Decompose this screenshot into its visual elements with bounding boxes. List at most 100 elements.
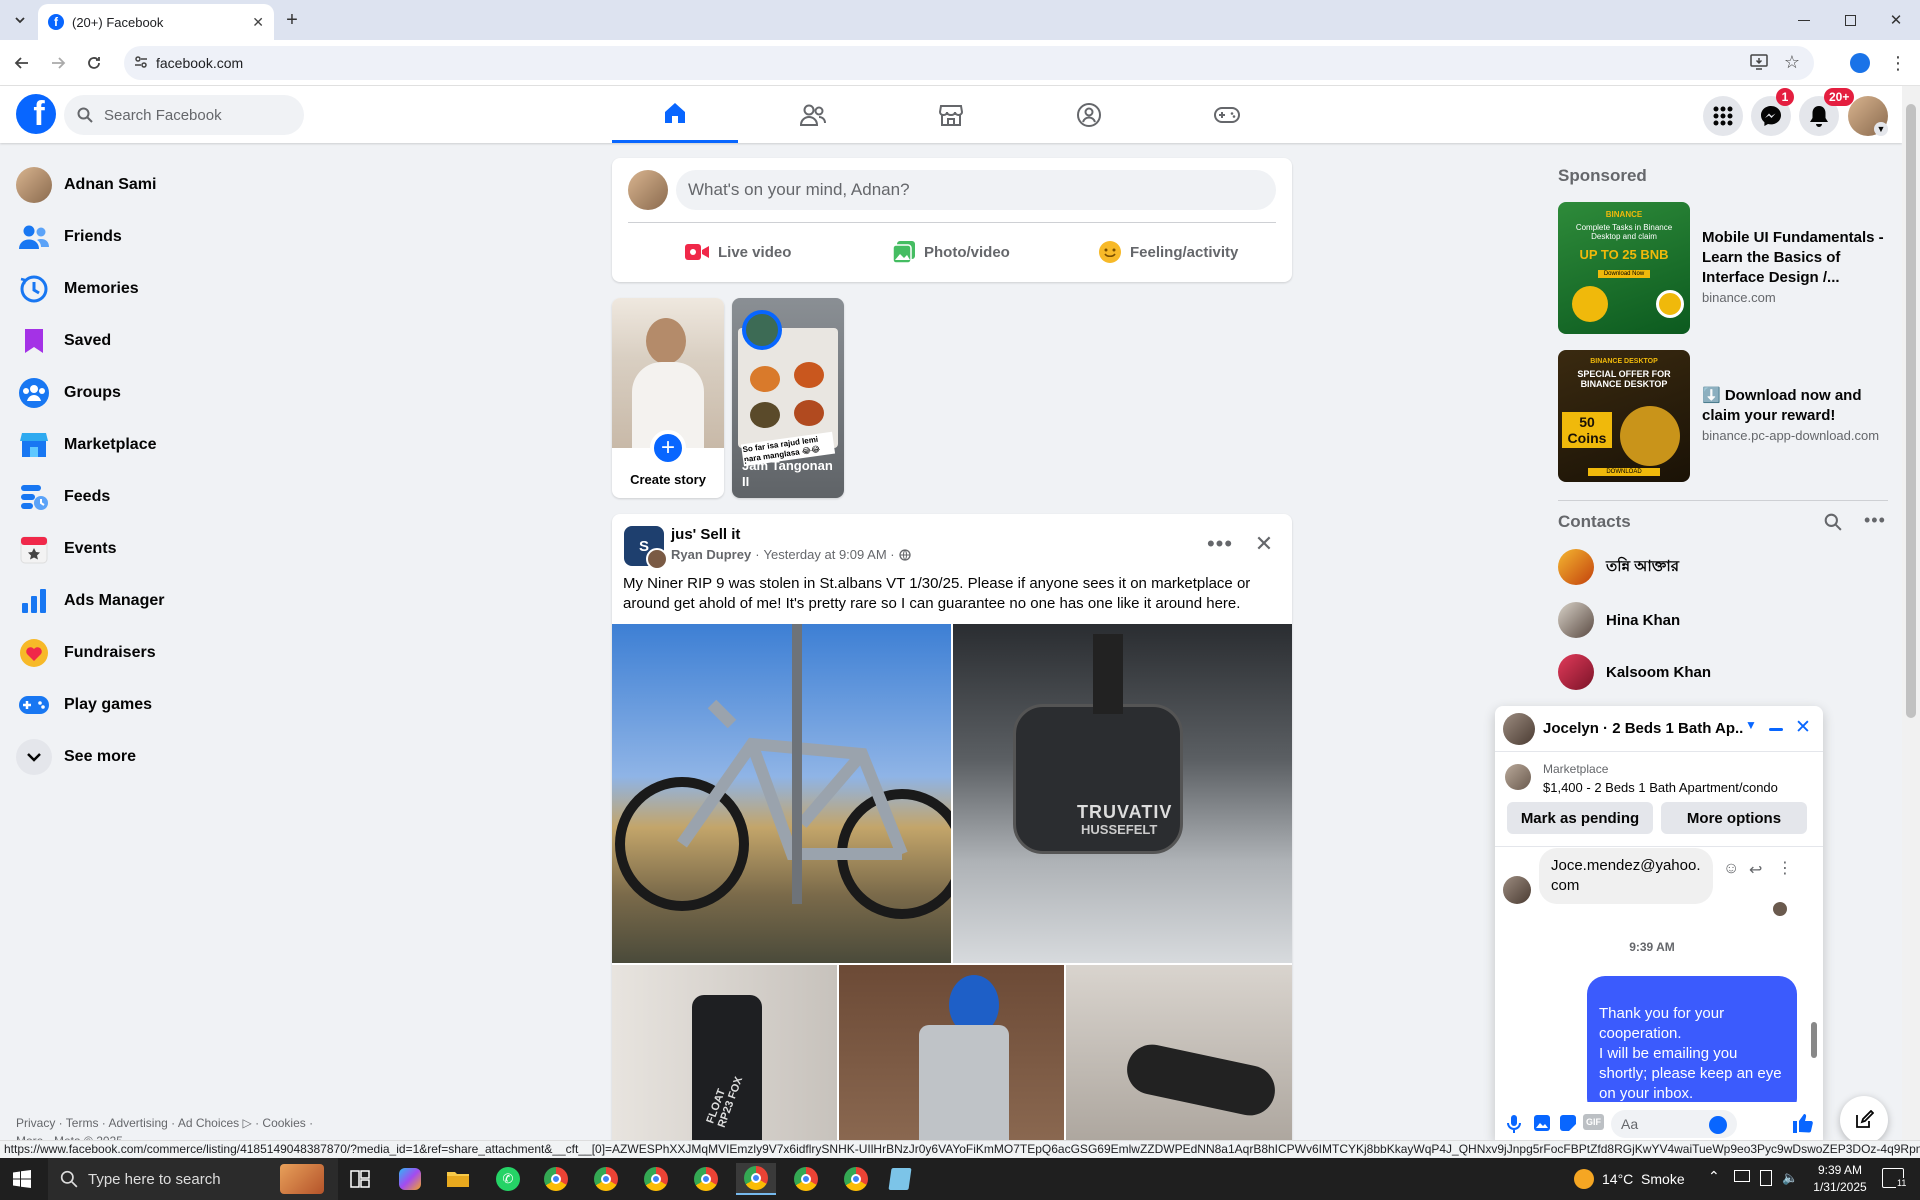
sidebar-item-fundraisers[interactable]: Fundraisers	[16, 629, 316, 677]
contacts-options-icon[interactable]: •••	[1864, 510, 1886, 531]
incoming-message[interactable]: Joce.mendez@yahoo.com	[1539, 848, 1713, 904]
sidebar-item-play-games[interactable]: Play games	[16, 681, 316, 729]
page-scrollbar[interactable]	[1902, 86, 1920, 1140]
taskbar-clock[interactable]: 9:39 AM 1/31/2025	[1800, 1162, 1880, 1196]
more-options-button[interactable]: More options	[1661, 802, 1807, 834]
chrome-icon[interactable]	[636, 1163, 676, 1195]
contacts-search-icon[interactable]	[1824, 513, 1842, 531]
chat-messages[interactable]: Joce.mendez@yahoo.com ☺ ↩ ⋮ 9:39 AM Than…	[1495, 848, 1809, 1102]
listing-thumbnail[interactable]	[1505, 764, 1531, 790]
new-tab-icon[interactable]: +	[280, 8, 304, 32]
sidebar-item-memories[interactable]: Memories	[16, 265, 316, 313]
live-video-button[interactable]: Live video	[684, 232, 791, 272]
add-story-plus-icon[interactable]: +	[650, 430, 686, 466]
feeling-activity-button[interactable]: Feeling/activity	[1098, 232, 1238, 272]
contact-item[interactable]: তন্নি আক্তার	[1558, 545, 1679, 589]
new-message-button[interactable]	[1840, 1096, 1888, 1144]
sponsored-ad-1[interactable]: BINANCE Complete Tasks in Binance Deskto…	[1558, 202, 1888, 334]
tab-search-icon[interactable]	[8, 8, 32, 32]
minimize-icon[interactable]	[1792, 8, 1816, 32]
post-image-1[interactable]	[612, 624, 951, 963]
facebook-search-input[interactable]: Search Facebook	[64, 95, 304, 135]
facebook-logo-icon[interactable]: f	[16, 94, 56, 134]
chrome-icon[interactable]	[586, 1163, 626, 1195]
nav-gaming-tab[interactable]	[1164, 86, 1290, 143]
mark-as-pending-button[interactable]: Mark as pending	[1507, 802, 1653, 834]
taskbar-search[interactable]: Type here to search	[48, 1158, 338, 1200]
photo-video-button[interactable]: Photo/video	[892, 232, 1010, 272]
nav-groups-tab[interactable]	[1026, 86, 1152, 143]
bookmark-star-icon[interactable]: ☆	[1784, 52, 1800, 73]
profile-icon[interactable]	[1848, 51, 1872, 75]
chrome-icon[interactable]	[786, 1163, 826, 1195]
post-image-2[interactable]: TRUVATIV HUSSEFELT	[953, 624, 1292, 963]
restore-icon[interactable]	[1838, 8, 1862, 32]
sidebar-item-events[interactable]: Events	[16, 525, 316, 573]
microphone-icon[interactable]	[1507, 1114, 1521, 1134]
browser-tab[interactable]: f (20+) Facebook ✕	[38, 4, 274, 40]
post-options-icon[interactable]: •••	[1202, 526, 1238, 562]
start-button[interactable]	[2, 1163, 42, 1195]
notepad-icon[interactable]	[880, 1163, 920, 1195]
weather-widget[interactable]: 14°C Smoke	[1574, 1158, 1685, 1200]
post-author[interactable]: Ryan Duprey	[671, 547, 751, 562]
reload-icon[interactable]	[82, 51, 106, 75]
chrome-icon[interactable]	[536, 1163, 576, 1195]
post-image-4[interactable]	[839, 965, 1064, 1154]
composer-input[interactable]: What's on your mind, Adnan?	[676, 170, 1276, 210]
sidebar-item-feeds[interactable]: Feeds	[16, 473, 316, 521]
story-card[interactable]: So far isa rajud lemi para manglasa 😂😂 J…	[732, 298, 844, 498]
account-chevron-icon[interactable]: ▼	[1874, 122, 1888, 136]
react-smiley-icon[interactable]: ☺	[1723, 860, 1739, 878]
post-image-3[interactable]: FLOAT RP23 FOX	[612, 965, 837, 1154]
message-more-icon[interactable]: ⋮	[1777, 858, 1793, 878]
menu-grid-button[interactable]	[1703, 96, 1743, 136]
contact-item[interactable]: Kalsoom Khan	[1558, 650, 1711, 694]
listing-title[interactable]: $1,400 - 2 Beds 1 Bath Apartment/condo	[1543, 780, 1778, 795]
chat-scrollbar[interactable]	[1809, 852, 1819, 1098]
author-avatar-small[interactable]	[646, 548, 668, 570]
chrome-icon[interactable]	[686, 1163, 726, 1195]
show-hidden-icons[interactable]: ⌃	[1708, 1168, 1720, 1185]
tab-close-icon[interactable]: ✕	[252, 14, 264, 31]
sidebar-item-friends[interactable]: Friends	[16, 213, 316, 261]
sponsored-ad-2[interactable]: BINANCE DESKTOP SPECIAL OFFER FOR BINANC…	[1558, 350, 1888, 482]
chat-close-icon[interactable]: ✕	[1795, 716, 1811, 739]
emoji-icon[interactable]	[1709, 1116, 1727, 1134]
sticker-icon[interactable]	[1559, 1114, 1577, 1132]
nav-home-tab[interactable]	[612, 86, 738, 143]
sidebar-see-more[interactable]: See more	[16, 733, 316, 781]
file-explorer-icon[interactable]	[438, 1163, 478, 1195]
sidebar-item-profile[interactable]: Adnan Sami	[16, 161, 316, 209]
nav-friends-tab[interactable]	[750, 86, 876, 143]
monitor-icon[interactable]	[1734, 1170, 1750, 1182]
ad-title[interactable]: Mobile UI Fundamentals - Learn the Basic…	[1702, 228, 1888, 288]
sidebar-item-marketplace[interactable]: Marketplace	[16, 421, 316, 469]
nav-marketplace-tab[interactable]	[888, 86, 1014, 143]
sidebar-item-ads-manager[interactable]: Ads Manager	[16, 577, 316, 625]
contact-item[interactable]: Hina Khan	[1558, 598, 1680, 642]
chrome-icon[interactable]	[836, 1163, 876, 1195]
ad-title[interactable]: ⬇️ Download now and claim your reward!	[1702, 386, 1888, 426]
chat-minimize-icon[interactable]	[1769, 728, 1783, 731]
chrome-icon-active[interactable]	[736, 1163, 776, 1195]
site-info-icon[interactable]	[134, 55, 148, 69]
tray-icons[interactable]: 🔈	[1734, 1170, 1798, 1186]
address-bar[interactable]: facebook.com ☆	[124, 46, 1814, 80]
reply-icon[interactable]: ↩	[1749, 860, 1762, 880]
post-close-icon[interactable]: ✕	[1246, 526, 1282, 562]
install-app-icon[interactable]	[1750, 54, 1768, 70]
sidebar-item-groups[interactable]: Groups	[16, 369, 316, 417]
thumbs-up-icon[interactable]	[1791, 1112, 1813, 1134]
task-view-icon[interactable]	[340, 1163, 380, 1195]
battery-icon[interactable]	[1760, 1170, 1772, 1186]
whatsapp-icon[interactable]: ✆	[488, 1163, 528, 1195]
sidebar-item-saved[interactable]: Saved	[16, 317, 316, 365]
footer-links-line[interactable]: Privacy · Terms · Advertising · Ad Choic…	[16, 1116, 313, 1130]
chat-scroll-thumb[interactable]	[1811, 1022, 1817, 1058]
create-story-card[interactable]: + Create story	[612, 298, 724, 498]
page-scroll-thumb[interactable]	[1906, 104, 1916, 718]
post-image-5[interactable]	[1066, 965, 1292, 1154]
back-icon[interactable]	[10, 51, 34, 75]
browser-menu-icon[interactable]: ⋮	[1886, 51, 1910, 75]
